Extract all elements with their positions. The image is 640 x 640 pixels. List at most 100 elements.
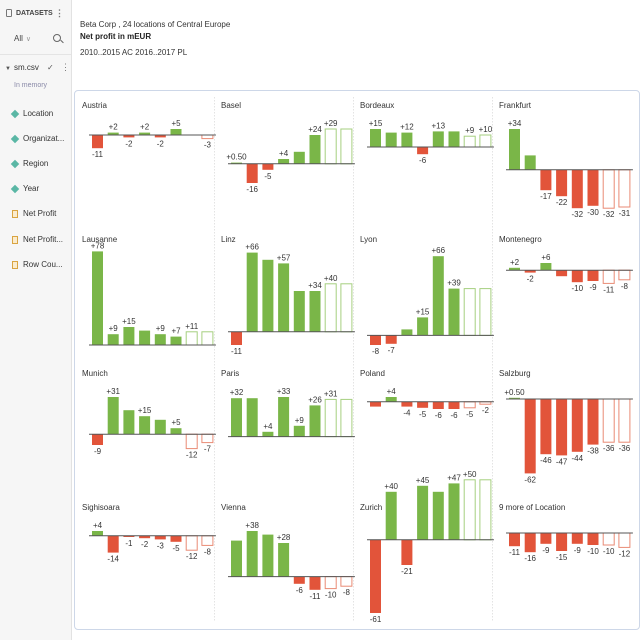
bar-2010 xyxy=(92,251,103,345)
dimension-icon xyxy=(10,109,20,118)
data-label: -17 xyxy=(540,192,552,201)
small-multiple: Paris +32 +4 +33 +9 +26 +31 xyxy=(219,365,355,495)
scenario-label: 2010..2015 AC 2016..2017 PL xyxy=(80,48,188,57)
bar-2015 xyxy=(448,131,460,147)
small-multiple-svg: +78+9+15+9 +7+11 xyxy=(89,241,216,346)
bar-2015 xyxy=(309,576,321,590)
data-label: -8 xyxy=(621,282,629,291)
dimension-icon xyxy=(10,134,20,143)
small-multiple: Salzburg +0.50 -62 -46 -47 -44 -38 -36 -36 xyxy=(497,365,633,495)
dataset-menu-icon[interactable]: ⋮ xyxy=(61,62,70,73)
data-label: +45 xyxy=(416,476,430,485)
data-label: -11 xyxy=(231,347,243,356)
bar-2013 xyxy=(278,159,290,164)
bar-2014 xyxy=(432,491,444,540)
bar-2010 xyxy=(92,135,103,149)
dimension-icon xyxy=(10,159,20,168)
bar-2011 xyxy=(246,252,258,332)
bar-2014 xyxy=(571,270,583,283)
data-label: -2 xyxy=(527,275,535,284)
bar-2017 xyxy=(479,134,492,148)
data-label: -16 xyxy=(524,554,536,563)
data-label: +26 xyxy=(308,395,322,404)
field-label: Year xyxy=(23,184,40,193)
small-multiple-title: Bordeaux xyxy=(360,101,395,110)
data-label: -10 xyxy=(587,547,599,556)
sidebar-divider xyxy=(0,54,71,55)
data-label: -6 xyxy=(419,156,427,165)
data-label: -10 xyxy=(572,284,584,293)
bar-2013 xyxy=(556,533,568,551)
dataset-file-item[interactable]: ▼ sm.csv ✓ ⋮ xyxy=(5,62,70,73)
data-label: +13 xyxy=(432,121,446,130)
bar-2014 xyxy=(154,334,166,345)
bar-2016 xyxy=(463,288,476,336)
data-label: -9 xyxy=(542,546,550,555)
collapse-caret-icon[interactable]: ▼ xyxy=(5,66,11,72)
data-label: -12 xyxy=(619,549,631,558)
sidebar-field-organization[interactable]: Organizat... xyxy=(10,133,64,144)
data-label: +28 xyxy=(277,533,291,542)
small-multiple-svg: +15 +12 -6 +13 +9 +10 xyxy=(367,119,494,165)
bar-2010 xyxy=(370,129,381,147)
small-multiple: Vienna +38 +28 -6 -11 -10 -8 xyxy=(219,499,355,629)
small-multiple-svg: -61 +40 -21 +45 +47 +50 xyxy=(367,470,494,624)
dataset-filter-dropdown[interactable]: All ∨ xyxy=(14,34,31,43)
bar-2015 xyxy=(587,533,599,545)
sidebar-field-location[interactable]: Location xyxy=(10,108,53,119)
sidebar-field-net-profit[interactable]: Net Profit xyxy=(12,208,56,219)
bar-2015 xyxy=(448,401,460,409)
bar-2016 xyxy=(602,169,615,209)
data-label: -10 xyxy=(603,547,615,556)
bar-2017 xyxy=(201,535,214,546)
data-label: +40 xyxy=(324,274,338,283)
bar-2017 xyxy=(201,134,214,140)
data-label: -9 xyxy=(574,546,582,555)
small-multiple: Montenegro +2 -2 +6 -10 -9 -11 -8 xyxy=(497,231,633,361)
data-label: +11 xyxy=(185,322,199,331)
bar-2010 xyxy=(231,540,242,577)
bar-2016 xyxy=(463,479,476,541)
data-label: -6 xyxy=(450,411,458,420)
data-label: -21 xyxy=(401,567,413,576)
bar-2016 xyxy=(324,576,337,590)
data-label: +32 xyxy=(230,388,244,397)
data-label: -9 xyxy=(589,283,597,292)
memory-note: In memory xyxy=(14,82,48,89)
search-icon[interactable] xyxy=(53,34,61,42)
data-label: +9 xyxy=(109,324,119,333)
data-label: -15 xyxy=(556,553,568,562)
bar-2010 xyxy=(509,129,520,170)
bar-2015 xyxy=(309,405,321,437)
data-label: -3 xyxy=(204,141,212,150)
datasets-header: DATASETS ⋮ xyxy=(6,8,68,18)
small-multiple: Zurich -61 +40 -21 +45 +47 +50 xyxy=(358,470,494,629)
data-label: -46 xyxy=(540,456,552,465)
bar-2014 xyxy=(293,576,305,584)
datasets-menu-icon[interactable]: ⋮ xyxy=(55,8,64,18)
bar-2015 xyxy=(448,288,460,336)
small-multiple-svg: -11 +2 -2 +2 -2 +5 -3 xyxy=(89,119,216,159)
data-label: +34 xyxy=(508,119,522,128)
sidebar-field-net-profit-2[interactable]: Net Profit... xyxy=(12,234,63,245)
small-multiple-svg: -11 +66 +57 +34+40 xyxy=(228,243,355,356)
sidebar-field-year[interactable]: Year xyxy=(10,183,40,194)
data-label: +47 xyxy=(447,473,461,482)
data-label: +78 xyxy=(91,241,105,250)
small-multiple: Linz -11 +66 +57 +34 +40 xyxy=(219,231,355,361)
bar-2016 xyxy=(185,433,198,450)
data-label: +4 xyxy=(279,149,289,158)
sidebar-field-region[interactable]: Region xyxy=(10,158,48,169)
bar-2015 xyxy=(309,135,321,164)
data-label: -1 xyxy=(125,539,133,548)
bar-2012 xyxy=(262,431,274,437)
small-multiple-svg: +38 +28 -6 -11 -10 -8 xyxy=(228,521,355,601)
sidebar-field-row-count[interactable]: Row Cou... xyxy=(12,259,63,270)
bar-2015 xyxy=(587,270,599,281)
bar-2012 xyxy=(401,132,413,147)
data-label: -5 xyxy=(466,410,474,419)
data-label: -2 xyxy=(157,139,165,148)
small-multiple-svg: -9 +31 +15 +5 -12 -7 xyxy=(89,387,216,460)
small-multiple-title: Vienna xyxy=(221,503,246,512)
small-multiple-title: Frankfurt xyxy=(499,101,532,110)
